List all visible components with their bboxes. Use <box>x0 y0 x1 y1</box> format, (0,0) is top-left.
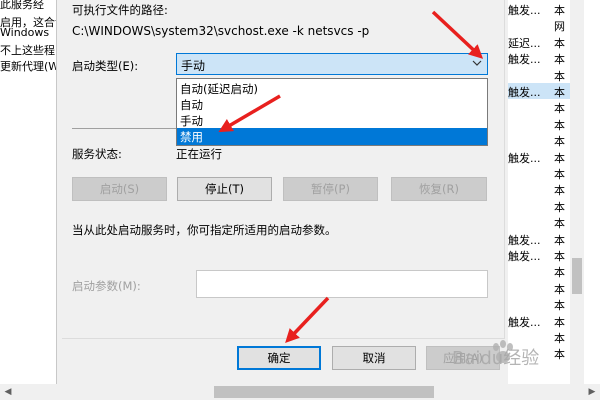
annotation-arrow-to-ok-button <box>285 296 330 344</box>
watermark: Baidu经验 <box>452 348 540 369</box>
annotation-arrow-to-dropdown-toggle <box>431 10 484 59</box>
annotation-arrow-to-disabled-option <box>218 94 281 133</box>
